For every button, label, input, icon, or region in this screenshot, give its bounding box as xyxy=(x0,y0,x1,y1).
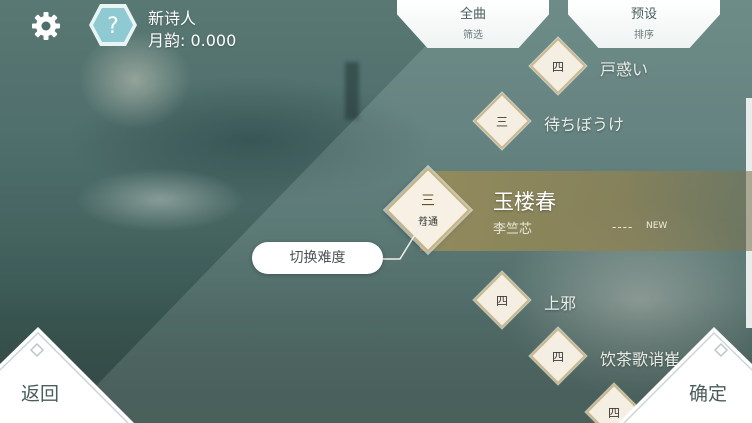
switch-difficulty-button[interactable]: 切换难度 xyxy=(252,242,383,274)
song-title: 待ちぼうけ xyxy=(544,115,625,134)
difficulty-level: 四 xyxy=(495,293,508,308)
confirm-label: 确定 xyxy=(689,383,728,405)
selected-song-artist: 李竺芯 xyxy=(493,222,533,237)
new-badge: NEW xyxy=(646,221,668,231)
back-corner-shape xyxy=(0,327,134,423)
song-title: 戸惑い xyxy=(600,60,649,79)
difficulty-level: 四 xyxy=(551,349,564,364)
song-item[interactable]: 四 上邪 xyxy=(473,271,682,329)
confirm-corner-shape xyxy=(618,327,752,423)
player-name: 新诗人 xyxy=(148,9,197,28)
difficulty-level: 三 xyxy=(495,114,508,129)
selected-difficulty-name: 普通 xyxy=(418,217,438,228)
song-item[interactable]: 三 待ちぼうけ xyxy=(473,92,702,150)
tab-preset-title: 预设 xyxy=(630,7,657,22)
selected-song-band[interactable] xyxy=(420,171,752,251)
confirm-button[interactable]: 确定 xyxy=(612,322,752,423)
back-button[interactable]: 返回 xyxy=(0,322,140,423)
selected-song-score: ---- xyxy=(612,220,634,234)
song-item[interactable]: 四 戸惑い xyxy=(529,37,738,95)
svg-text:?: ? xyxy=(107,14,119,39)
selected-song-title: 玉楼春 xyxy=(493,190,556,214)
back-label: 返回 xyxy=(21,383,60,405)
selected-difficulty-level: 三 xyxy=(421,193,435,209)
player-rating: 月韵: 0.000 xyxy=(148,31,237,50)
difficulty-level: 四 xyxy=(551,59,564,74)
tab-all-subtitle: 筛选 xyxy=(463,30,483,41)
tab-all-title: 全曲 xyxy=(459,7,486,22)
tab-preset-subtitle: 排序 xyxy=(634,30,654,41)
song-title: 上邪 xyxy=(544,294,577,313)
avatar[interactable]: ? xyxy=(88,2,138,48)
gear-icon[interactable] xyxy=(30,10,62,42)
